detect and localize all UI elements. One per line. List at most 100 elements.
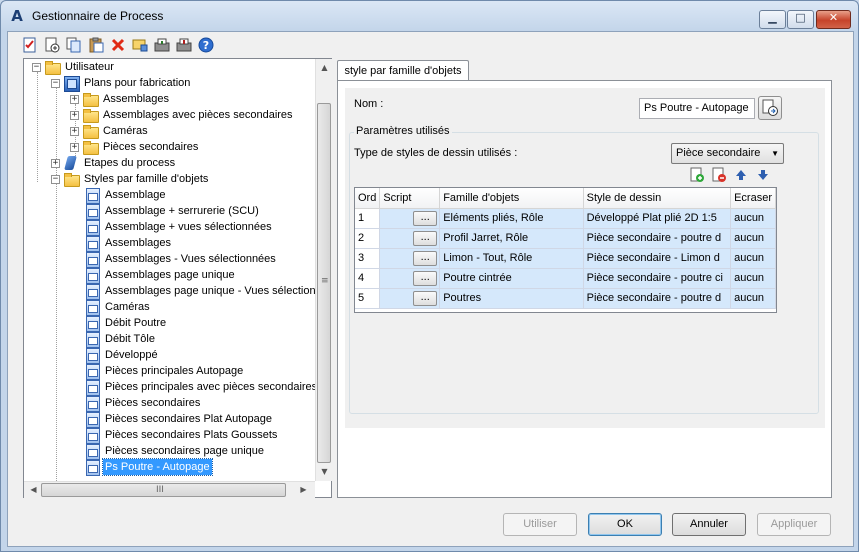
- tree-style-item[interactable]: Pièces secondaires Plat Autopage: [84, 411, 274, 428]
- ok-button[interactable]: OK: [588, 513, 662, 536]
- tree-vertical-scrollbar[interactable]: ▲ ≡ ▼: [315, 59, 332, 481]
- tree-node-etapes[interactable]: + Etapes du process: [51, 155, 177, 171]
- scroll-up-icon[interactable]: ▲: [317, 63, 332, 72]
- tab-style-par-famille[interactable]: style par famille d'objets: [337, 60, 469, 81]
- cell-style[interactable]: Pièce secondaire - poutre d: [583, 288, 732, 309]
- tree-node-plans[interactable]: − Plans pour fabrication: [51, 75, 192, 92]
- tree-node-assemblages-avec-ps[interactable]: + Assemblages avec pièces secondaires: [70, 107, 295, 123]
- table-row[interactable]: 3 ... Limon - Tout, Rôle Pièce secondair…: [355, 248, 776, 269]
- annuler-button[interactable]: Annuler: [672, 513, 746, 536]
- cell-style[interactable]: Développé Plat plié 2D 1:5: [583, 208, 732, 229]
- expand-icon[interactable]: +: [70, 126, 79, 136]
- horizontal-scroll-thumb[interactable]: III: [41, 483, 286, 497]
- tree-style-item[interactable]: Assemblages - Vues sélectionnées: [84, 251, 278, 268]
- table-row[interactable]: 2 ... Profil Jarret, Rôle Pièce secondai…: [355, 228, 776, 249]
- add-row-icon[interactable]: [689, 167, 705, 183]
- tree-horizontal-scrollbar[interactable]: ◀ III ▶: [24, 481, 315, 498]
- col-famille-header[interactable]: Famille d'objets: [439, 188, 584, 209]
- rename-icon[interactable]: [132, 37, 148, 53]
- tree-style-item[interactable]: Pièces secondaires: [84, 395, 202, 412]
- vertical-scroll-thumb[interactable]: ≡: [317, 103, 331, 463]
- tree-style-item[interactable]: Assemblages page unique - Vues sélection…: [84, 283, 315, 300]
- close-button[interactable]: ✕: [816, 10, 851, 29]
- tree-style-item-selected[interactable]: Ps Poutre - Autopage: [84, 458, 213, 476]
- collapse-icon[interactable]: −: [51, 174, 60, 184]
- delete-x-icon[interactable]: [110, 37, 126, 53]
- tree-node-cameras[interactable]: + Caméras: [70, 123, 150, 139]
- tree-style-item[interactable]: Débit Tôle: [84, 331, 157, 348]
- cell-style[interactable]: Pièce secondaire - Limon d: [583, 248, 732, 269]
- cell-ecraser[interactable]: aucun: [730, 208, 776, 229]
- collapse-icon[interactable]: −: [32, 62, 41, 72]
- collapse-icon[interactable]: −: [51, 78, 60, 88]
- move-up-icon[interactable]: [733, 167, 749, 183]
- tree-style-item[interactable]: Débit Poutre: [84, 315, 168, 332]
- scroll-down-icon[interactable]: ▼: [317, 467, 332, 476]
- copy-icon[interactable]: [66, 37, 82, 53]
- remove-row-icon[interactable]: [711, 167, 727, 183]
- tree-node-styles[interactable]: − Styles par famille d'objets: [51, 171, 210, 187]
- cell-ecraser[interactable]: aucun: [730, 268, 776, 289]
- col-style-header[interactable]: Style de dessin: [583, 188, 732, 209]
- help-icon[interactable]: ?: [198, 37, 214, 53]
- cell-famille[interactable]: Profil Jarret, Rôle: [439, 228, 584, 249]
- type-styles-dropdown[interactable]: Pièce secondaire ▼: [671, 143, 784, 164]
- expand-icon[interactable]: +: [70, 94, 79, 104]
- nom-field[interactable]: Ps Poutre - Autopage: [639, 98, 755, 119]
- tree-style-item[interactable]: Caméras: [84, 299, 152, 316]
- table-row[interactable]: 4 ... Poutre cintrée Pièce secondaire - …: [355, 268, 776, 289]
- col-ecraser-header[interactable]: Ecraser: [730, 188, 776, 209]
- tree-node-pieces-secondaires[interactable]: + Pièces secondaires: [70, 139, 200, 155]
- new-document-icon[interactable]: [44, 37, 60, 53]
- export-icon[interactable]: [176, 37, 192, 53]
- cell-famille[interactable]: Poutre cintrée: [439, 268, 584, 289]
- appliquer-button[interactable]: Appliquer: [757, 513, 831, 536]
- script-ellipsis-button[interactable]: ...: [413, 250, 438, 266]
- import-icon[interactable]: [154, 37, 170, 53]
- move-down-icon[interactable]: [755, 167, 771, 183]
- tree-style-item[interactable]: Assemblages: [84, 235, 173, 252]
- tree-node-assemblages[interactable]: + Assemblages: [70, 91, 171, 107]
- script-ellipsis-button[interactable]: ...: [413, 270, 438, 286]
- cell-style[interactable]: Pièce secondaire - poutre d: [583, 228, 732, 249]
- tree-style-item[interactable]: Pièces principales Autopage: [84, 363, 245, 380]
- table-row[interactable]: 5 ... Poutres Pièce secondaire - poutre …: [355, 288, 776, 309]
- expand-icon[interactable]: +: [70, 142, 79, 152]
- script-ellipsis-button[interactable]: ...: [413, 210, 438, 226]
- tree-style-item[interactable]: Développé: [84, 347, 160, 364]
- cell-ord: 2: [355, 228, 381, 249]
- tree-style-item[interactable]: Pièces secondaires Plats Goussets: [84, 427, 279, 444]
- title-bar[interactable]: A Gestionnaire de Process ▁ □ ✕: [1, 1, 858, 31]
- scroll-right-icon[interactable]: ▶: [296, 485, 311, 494]
- checklist-icon[interactable]: [22, 37, 38, 53]
- paste-icon[interactable]: [88, 37, 104, 53]
- cell-ecraser[interactable]: aucun: [730, 248, 776, 269]
- cell-ecraser[interactable]: aucun: [730, 228, 776, 249]
- script-ellipsis-button[interactable]: ...: [413, 290, 438, 306]
- expand-icon[interactable]: +: [51, 158, 60, 168]
- save-as-button[interactable]: [758, 96, 782, 120]
- minimize-button[interactable]: ▁: [759, 10, 786, 29]
- tree-style-item[interactable]: Assemblage + serrurerie (SCU): [84, 203, 261, 220]
- tree-root-utilisateur[interactable]: − Utilisateur: [32, 59, 116, 75]
- tree-style-item[interactable]: Assemblage + vues sélectionnées: [84, 219, 274, 236]
- cell-famille[interactable]: Poutres: [439, 288, 584, 309]
- cell-style[interactable]: Pièce secondaire - poutre ci: [583, 268, 732, 289]
- tree-style-item[interactable]: Pièces secondaires page unique: [84, 443, 266, 460]
- process-tree[interactable]: − Utilisateur − Plans pour fabrication +…: [23, 58, 332, 498]
- maximize-button[interactable]: □: [787, 10, 814, 29]
- col-ord-header[interactable]: Ord: [355, 188, 381, 209]
- cell-ecraser[interactable]: aucun: [730, 288, 776, 309]
- expand-icon[interactable]: +: [70, 110, 79, 120]
- cell-famille[interactable]: Eléments pliés, Rôle: [439, 208, 584, 229]
- utiliser-button[interactable]: Utiliser: [503, 513, 577, 536]
- script-ellipsis-button[interactable]: ...: [413, 230, 438, 246]
- styles-grid[interactable]: Ord Script Famille d'objets Style de des…: [354, 187, 777, 313]
- tree-style-item[interactable]: Assemblages page unique: [84, 267, 237, 284]
- tree-style-item[interactable]: Pièces principales avec pièces secondair…: [84, 379, 315, 396]
- scroll-left-icon[interactable]: ◀: [26, 485, 41, 494]
- col-script-header[interactable]: Script: [379, 188, 441, 209]
- tree-style-item[interactable]: Assemblage: [84, 187, 168, 204]
- cell-famille[interactable]: Limon - Tout, Rôle: [439, 248, 584, 269]
- table-row[interactable]: 1 ... Eléments pliés, Rôle Développé Pla…: [355, 208, 776, 229]
